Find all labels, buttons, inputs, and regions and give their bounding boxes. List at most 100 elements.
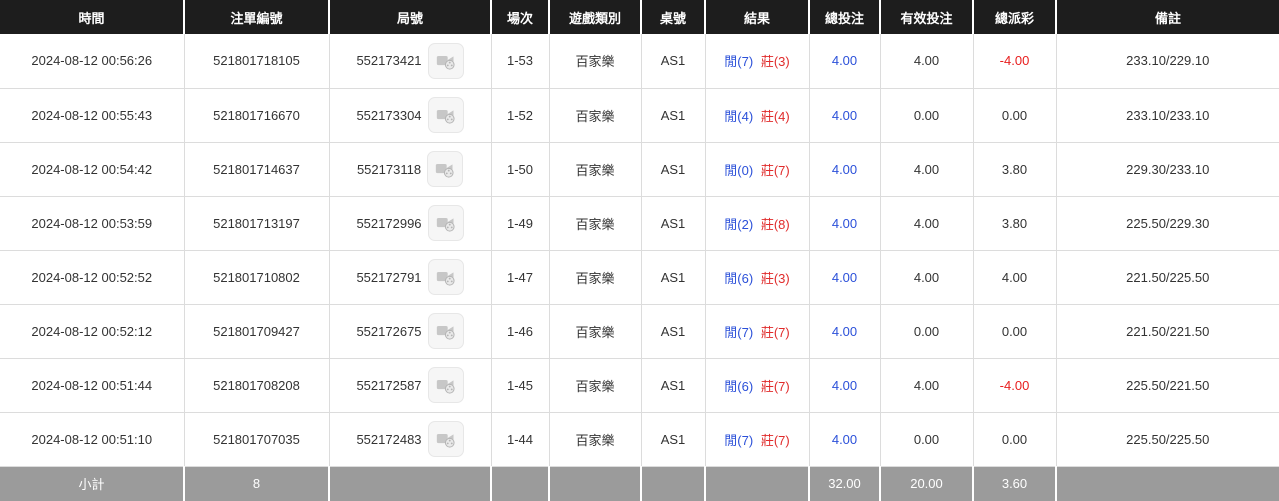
bet-records-page: 時間 注單編號 局號 場次 遊戲類別 桌號 結果 總投注 有效投注 總派彩 備註…: [0, 0, 1279, 501]
subtotal-empty-remark: [1056, 465, 1279, 501]
round-id-cell: 552172483: [328, 411, 492, 467]
table-no-cell: AS1: [640, 411, 706, 467]
result-player: 閒(4): [724, 108, 754, 124]
column-header-remark: 備註: [1056, 0, 1279, 34]
video-replay-button[interactable]: [427, 421, 464, 457]
game-type-cell: 百家樂: [548, 303, 642, 359]
remark-cell: 221.50/225.50: [1055, 249, 1279, 305]
table-header: 時間 注單編號 局號 場次 遊戲類別 桌號 結果 總投注 有效投注 總派彩 備註: [0, 0, 1279, 34]
session-cell: 1-47: [490, 249, 550, 305]
valid-bet-cell: 4.00: [879, 141, 974, 197]
round-id-value: 552173304: [356, 107, 422, 123]
round-id-cell: 552172675: [328, 303, 492, 359]
round-id-cell: 552173118: [328, 141, 492, 197]
time-cell: 2024-08-12 00:55:43: [0, 87, 185, 143]
video-camera-icon: [436, 321, 456, 341]
time-cell: 2024-08-12 00:52:52: [0, 249, 185, 305]
round-id-cell: 552172587: [328, 357, 492, 413]
session-cell: 1-46: [490, 303, 550, 359]
round-id-value: 552173421: [356, 53, 422, 69]
bet-id-cell: 521801708208: [183, 357, 330, 413]
table-row: 2024-08-12 00:51:44 521801708208 5521725…: [0, 357, 1279, 413]
bet-id-cell: 521801718105: [183, 34, 330, 89]
table-no-cell: AS1: [640, 195, 706, 251]
total-payout-cell: 4.00: [972, 249, 1057, 305]
video-replay-button[interactable]: [427, 205, 464, 241]
session-cell: 1-52: [490, 87, 550, 143]
result-cell: 閒(7) 莊(3): [704, 34, 810, 89]
session-cell: 1-50: [490, 141, 550, 197]
time-cell: 2024-08-12 00:52:12: [0, 303, 185, 359]
video-replay-button[interactable]: [427, 313, 464, 349]
round-id-cell: 552172996: [328, 195, 492, 251]
game-type-cell: 百家樂: [548, 195, 642, 251]
bet-id-cell: 521801707035: [183, 411, 330, 467]
video-replay-button[interactable]: [427, 42, 464, 79]
table-footer: 小計 8 32.00 20.00 3.60: [0, 465, 1279, 501]
column-header-total-payout: 總派彩: [973, 0, 1057, 34]
column-header-bet-id: 注單編號: [184, 0, 330, 34]
subtotal-total-bet: 32.00: [809, 465, 881, 501]
result-player: 閒(7): [724, 54, 754, 70]
total-bet-cell: 4.00: [808, 141, 881, 197]
time-cell: 2024-08-12 00:51:10: [0, 411, 185, 467]
video-camera-icon: [435, 159, 455, 179]
game-type-cell: 百家樂: [548, 87, 642, 143]
table-no-cell: AS1: [640, 249, 706, 305]
table-no-cell: AS1: [640, 34, 706, 89]
valid-bet-cell: 4.00: [879, 34, 974, 89]
bet-records-table: 時間 注單編號 局號 場次 遊戲類別 桌號 結果 總投注 有效投注 總派彩 備註…: [0, 0, 1279, 501]
remark-cell: 221.50/221.50: [1055, 303, 1279, 359]
time-cell: 2024-08-12 00:56:26: [0, 34, 185, 89]
total-payout-cell: 0.00: [972, 87, 1057, 143]
total-bet-cell: 4.00: [808, 195, 881, 251]
result-player: 閒(7): [724, 432, 754, 448]
result-player: 閒(0): [724, 162, 754, 178]
table-row: 2024-08-12 00:51:10 521801707035 5521724…: [0, 411, 1279, 467]
round-id-value: 552173118: [356, 161, 422, 177]
valid-bet-cell: 4.00: [879, 357, 974, 413]
result-cell: 閒(6) 莊(3): [704, 249, 810, 305]
bet-id-cell: 521801713197: [183, 195, 330, 251]
table-row: 2024-08-12 00:52:12 521801709427 5521726…: [0, 303, 1279, 359]
valid-bet-cell: 4.00: [879, 249, 974, 305]
column-header-time: 時間: [0, 0, 185, 34]
game-type-cell: 百家樂: [548, 411, 642, 467]
column-header-valid-bet: 有效投注: [880, 0, 974, 34]
subtotal-label: 小計: [0, 465, 185, 501]
result-cell: 閒(7) 莊(7): [704, 411, 810, 467]
video-replay-button[interactable]: [427, 151, 464, 187]
total-bet-cell: 4.00: [808, 34, 881, 89]
column-header-table-no: 桌號: [641, 0, 706, 34]
remark-cell: 229.30/233.10: [1055, 141, 1279, 197]
total-payout-cell: 3.80: [972, 141, 1057, 197]
time-cell: 2024-08-12 00:53:59: [0, 195, 185, 251]
total-bet-cell: 4.00: [808, 303, 881, 359]
total-payout-cell: -4.00: [972, 34, 1057, 89]
subtotal-empty-game-type: [549, 465, 642, 501]
game-type-cell: 百家樂: [548, 357, 642, 413]
video-replay-button[interactable]: [427, 367, 464, 403]
total-payout-cell: 0.00: [972, 303, 1057, 359]
total-bet-cell: 4.00: [808, 249, 881, 305]
table-row: 2024-08-12 00:55:43 521801716670 5521733…: [0, 87, 1279, 143]
time-cell: 2024-08-12 00:51:44: [0, 357, 185, 413]
session-cell: 1-53: [490, 34, 550, 89]
session-cell: 1-45: [490, 357, 550, 413]
video-replay-button[interactable]: [427, 97, 464, 133]
table-no-cell: AS1: [640, 303, 706, 359]
column-header-result: 結果: [705, 0, 810, 34]
total-bet-cell: 4.00: [808, 411, 881, 467]
video-camera-icon: [436, 213, 456, 233]
bet-id-cell: 521801716670: [183, 87, 330, 143]
round-id-cell: 552172791: [328, 249, 492, 305]
game-type-cell: 百家樂: [548, 34, 642, 89]
session-cell: 1-44: [490, 411, 550, 467]
table-row: 2024-08-12 00:52:52 521801710802 5521727…: [0, 249, 1279, 305]
remark-cell: 225.50/225.50: [1055, 411, 1279, 467]
result-cell: 閒(2) 莊(8): [704, 195, 810, 251]
bet-id-cell: 521801710802: [183, 249, 330, 305]
video-replay-button[interactable]: [427, 259, 464, 295]
game-type-cell: 百家樂: [548, 249, 642, 305]
table-no-cell: AS1: [640, 141, 706, 197]
